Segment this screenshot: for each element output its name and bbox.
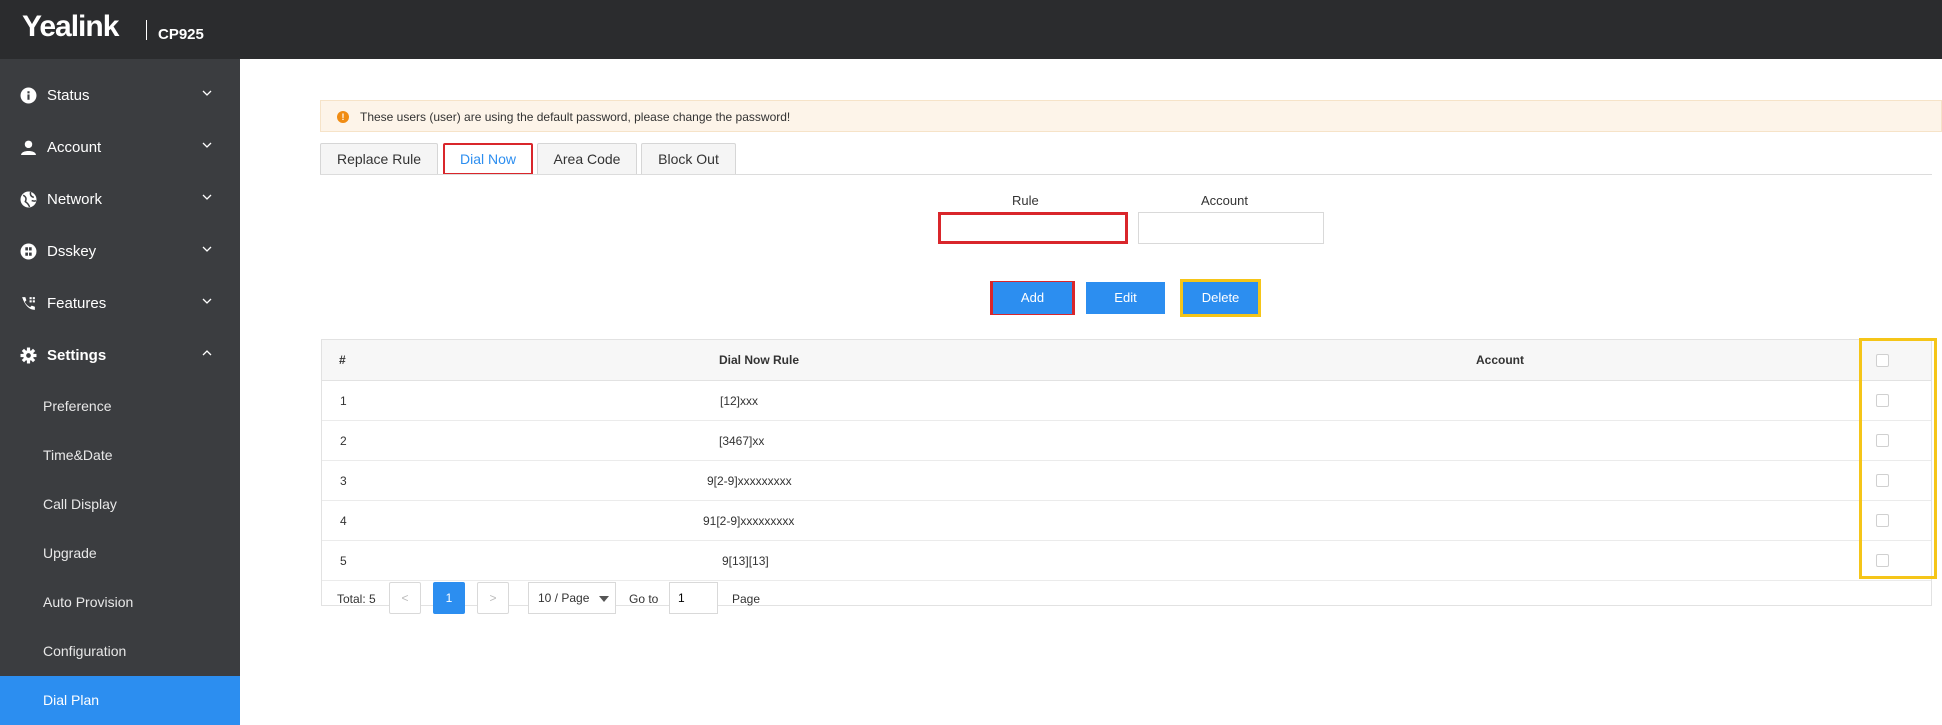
- main-content: ! These users (user) are using the defau…: [240, 59, 1942, 725]
- table-header: # Dial Now Rule Account: [322, 340, 1931, 381]
- sidebar-item-account[interactable]: Account: [0, 122, 240, 174]
- sidebar-item-label: Settings: [47, 347, 107, 364]
- account-label: Account: [1201, 193, 1248, 208]
- gear-icon: [20, 347, 37, 364]
- row-rule: [12]xxx: [720, 394, 759, 408]
- checkbox-column-highlight: [1859, 338, 1937, 579]
- row-index: 2: [340, 434, 347, 448]
- top-bar: Yealink CP925: [0, 0, 1942, 59]
- brand-logo: Yealink: [22, 10, 119, 43]
- account-input[interactable]: [1138, 212, 1324, 244]
- table-row[interactable]: 2 [3467]xx: [322, 421, 1931, 461]
- sidebar-subitem-label: Configuration: [43, 643, 127, 659]
- page-label: Page: [732, 592, 761, 606]
- sidebar-subitem-label: Time&Date: [43, 447, 113, 463]
- page-1-button[interactable]: 1: [433, 582, 465, 614]
- row-rule: [3467]xx: [719, 434, 765, 448]
- tab-dial-now[interactable]: Dial Now: [443, 143, 533, 175]
- add-button[interactable]: Add: [993, 282, 1072, 314]
- row-index: 5: [340, 554, 347, 568]
- grid-icon: [20, 243, 37, 260]
- row-index: 4: [340, 514, 347, 528]
- chevron-down-icon: [202, 298, 212, 304]
- table-row[interactable]: 1 [12]xxx: [322, 381, 1931, 421]
- tab-block-out[interactable]: Block Out: [641, 143, 736, 175]
- chevron-up-icon: [202, 350, 212, 356]
- column-header-account: Account: [1476, 353, 1524, 367]
- sidebar-subitem-label: Dial Plan: [43, 692, 100, 708]
- sidebar-item-settings[interactable]: Settings: [0, 330, 240, 382]
- goto-page-input[interactable]: [669, 582, 718, 614]
- table-row[interactable]: 5 9[13][13]: [322, 541, 1931, 581]
- sidebar-item-label: Network: [47, 191, 103, 208]
- edit-button[interactable]: Edit: [1086, 282, 1165, 314]
- rule-label: Rule: [1012, 193, 1039, 208]
- row-index: 1: [340, 394, 347, 408]
- sidebar-subitem-dial-plan[interactable]: Dial Plan: [0, 676, 240, 725]
- warning-icon: !: [337, 111, 349, 123]
- warning-text: These users (user) are using the default…: [360, 110, 791, 124]
- sidebar-item-label: Status: [47, 87, 90, 104]
- prev-page-button[interactable]: <: [389, 582, 421, 614]
- sidebar-item-features[interactable]: Features: [0, 278, 240, 330]
- sidebar-item-network[interactable]: Network: [0, 174, 240, 226]
- sidebar-subitem-label: Upgrade: [43, 545, 97, 561]
- sidebar-subitem-label: Auto Provision: [43, 594, 134, 610]
- sidebar-item-dsskey[interactable]: Dsskey: [0, 226, 240, 278]
- tab-replace-rule[interactable]: Replace Rule: [320, 143, 438, 175]
- chevron-down-icon: [202, 142, 212, 148]
- sidebar-subitem-auto-provision[interactable]: Auto Provision: [0, 578, 240, 627]
- rule-input[interactable]: [938, 212, 1128, 244]
- sidebar-subitem-call-display[interactable]: Call Display: [0, 480, 240, 529]
- logo-divider: [146, 20, 147, 40]
- device-model: CP925: [158, 26, 204, 43]
- tab-area-code[interactable]: Area Code: [537, 143, 637, 175]
- phone-icon: [22, 297, 35, 310]
- globe-icon: [20, 191, 37, 208]
- sidebar-subitem-time-date[interactable]: Time&Date: [0, 431, 240, 480]
- sidebar: Status Account Network Dsskey Features S…: [0, 59, 240, 725]
- tabs-divider: [320, 174, 1932, 175]
- pagination: Total: 5 < 1 > 10 / Page Go to Page: [322, 581, 1931, 614]
- sidebar-subitem-label: Preference: [43, 398, 112, 414]
- chevron-down-icon: [202, 246, 212, 252]
- total-count: Total: 5: [337, 592, 376, 606]
- default-password-warning: ! These users (user) are using the defau…: [320, 100, 1942, 132]
- table-row[interactable]: 4 91[2-9]xxxxxxxxx: [322, 501, 1931, 541]
- row-rule: 9[2-9]xxxxxxxxx: [707, 474, 792, 488]
- sidebar-item-status[interactable]: Status: [0, 70, 240, 122]
- row-rule: 91[2-9]xxxxxxxxx: [703, 514, 795, 528]
- delete-button[interactable]: Delete: [1183, 282, 1258, 314]
- chevron-down-icon: [202, 90, 212, 96]
- column-header-index: #: [339, 353, 346, 367]
- sidebar-subitem-upgrade[interactable]: Upgrade: [0, 529, 240, 578]
- sidebar-subitem-preference[interactable]: Preference: [0, 382, 240, 431]
- column-header-rule: Dial Now Rule: [719, 353, 800, 367]
- page-size-value: 10 / Page: [538, 591, 590, 605]
- sidebar-subitem-label: Call Display: [43, 496, 117, 512]
- row-rule: 9[13][13]: [722, 554, 769, 568]
- next-page-button[interactable]: >: [477, 582, 509, 614]
- table-row[interactable]: 3 9[2-9]xxxxxxxxx: [322, 461, 1931, 501]
- caret-down-icon: [599, 596, 609, 602]
- info-icon: [20, 87, 37, 104]
- row-index: 3: [340, 474, 347, 488]
- chevron-down-icon: [202, 194, 212, 200]
- sidebar-item-label: Account: [47, 139, 102, 156]
- sidebar-subitem-configuration[interactable]: Configuration: [0, 627, 240, 676]
- page-size-select[interactable]: 10 / Page: [528, 582, 616, 614]
- sidebar-item-label: Dsskey: [47, 243, 97, 260]
- user-icon: [21, 140, 36, 155]
- goto-label: Go to: [629, 592, 659, 606]
- dial-now-table: # Dial Now Rule Account 1 [12]xxx 2 [346…: [321, 339, 1932, 614]
- sidebar-item-label: Features: [47, 295, 107, 312]
